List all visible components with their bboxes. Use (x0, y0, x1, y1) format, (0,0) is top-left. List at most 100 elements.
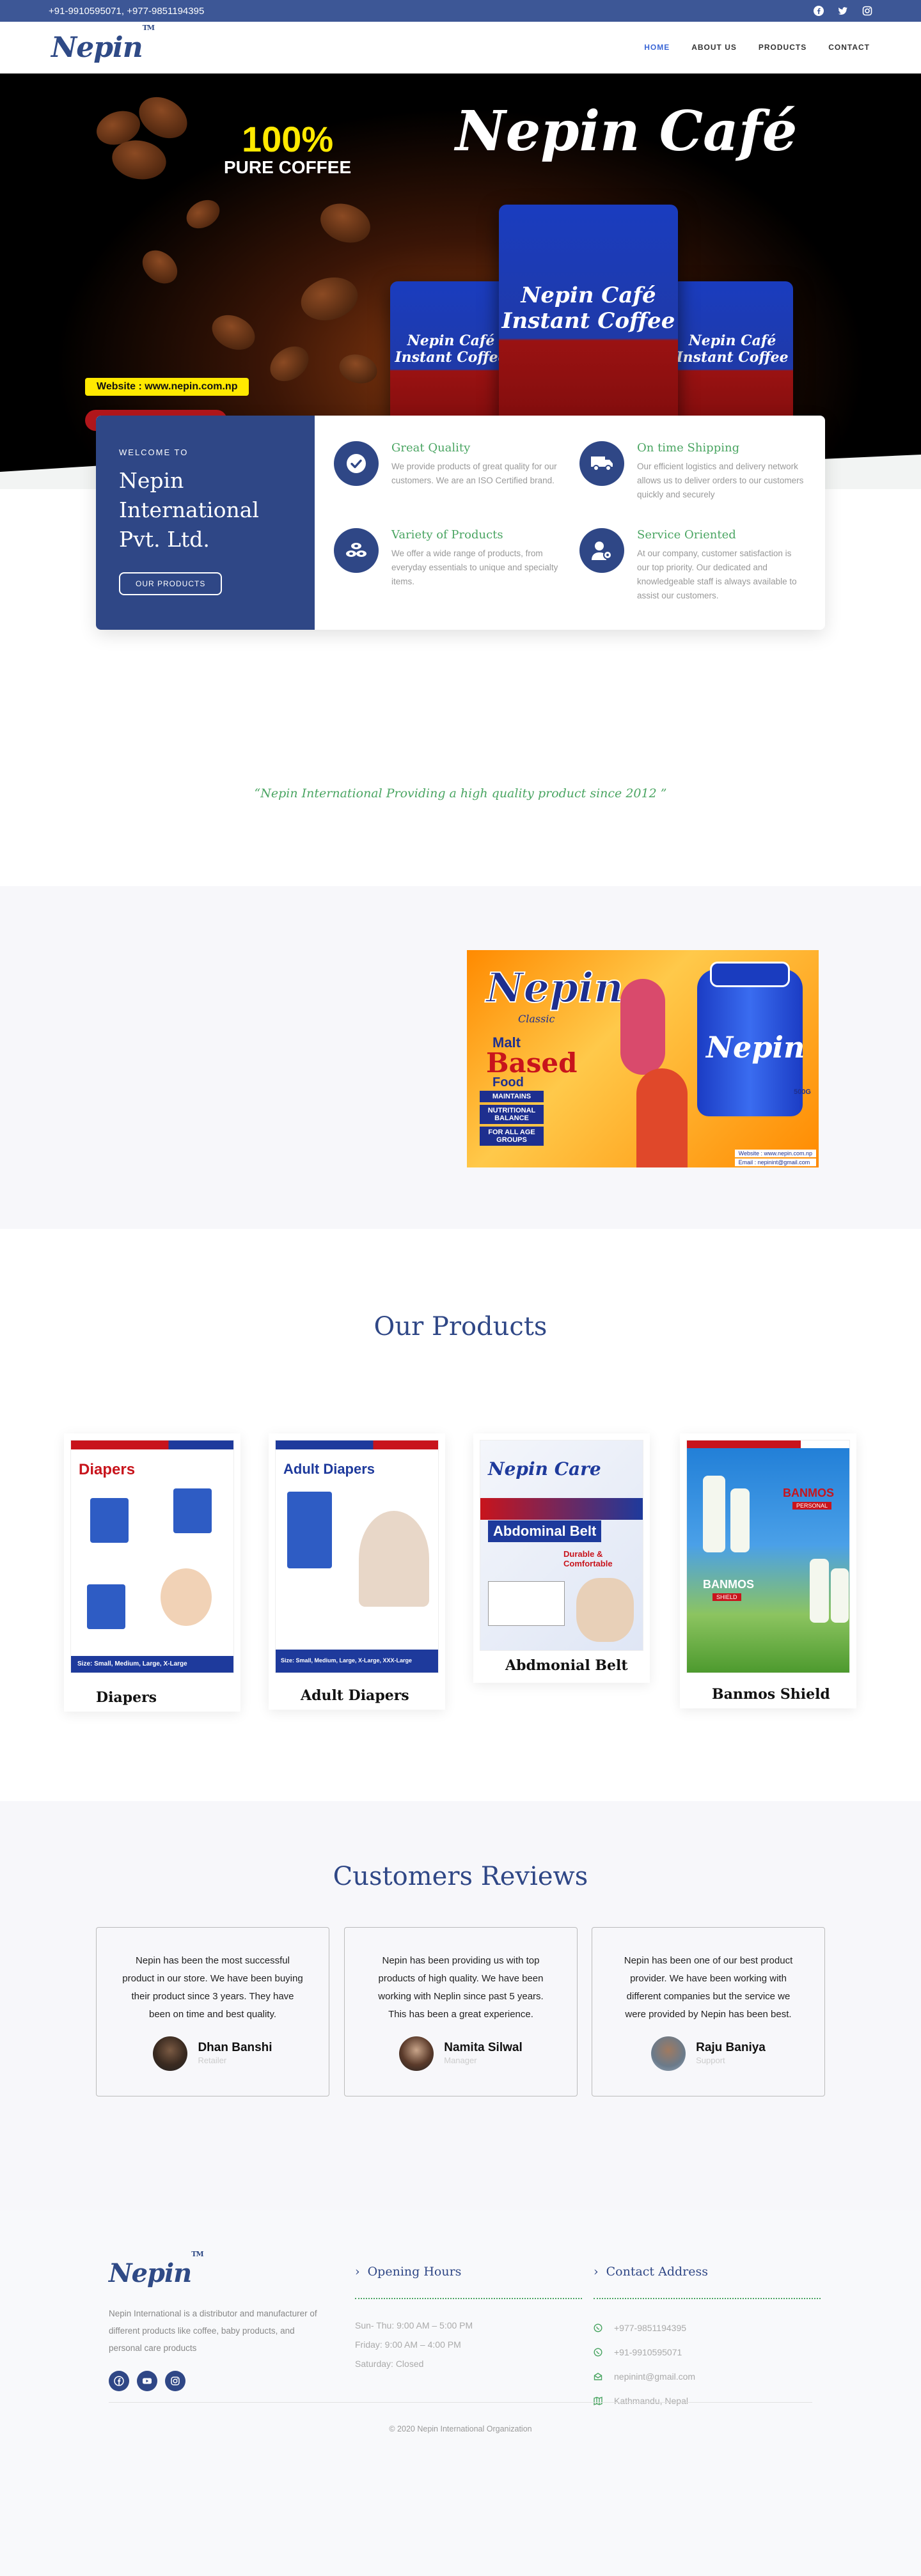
reviewer: Raju Baniya Support (618, 2036, 799, 2071)
products-title: Our Products (374, 1312, 547, 1341)
product-name: Banmos Shield (712, 1686, 830, 1703)
product-card-banmos-shield[interactable]: BANMOS PERSONAL BANMOS SHIELD Banmos Shi… (680, 1433, 856, 1708)
banner-contact: Website : www.nepin.com.np Email : nepin… (734, 1150, 816, 1166)
coffee-bean (206, 308, 261, 357)
chevron-right-icon: › (355, 2265, 360, 2279)
product-image-title: BANMOS (783, 1487, 834, 1499)
product-image-brand: Nepin Care (488, 1458, 601, 1479)
logo-tm: TM (142, 23, 155, 32)
footer-logo-text: Nepin (109, 2258, 192, 2288)
twitter-icon[interactable] (838, 6, 848, 16)
feature-text: We provide products of great quality for… (391, 462, 557, 485)
site-logo[interactable]: NepinTM (51, 24, 155, 64)
hero-brand-text: Nepin Café (455, 99, 798, 164)
feature-text: We offer a wide range of products, from … (391, 548, 558, 586)
coffee-bean (181, 194, 225, 235)
feature-variety: Variety of Products We offer a wide range… (334, 527, 560, 618)
youtube-icon[interactable] (137, 2371, 157, 2391)
boxes-icon (334, 527, 379, 573)
feature-text: At our company, customer satisfaction is… (637, 548, 797, 600)
product-image-subtitle: Durable & Comfortable (563, 1549, 613, 1568)
contact-text: +91-9910595071 (614, 2347, 682, 2357)
product-card-abdominal-belt[interactable]: Nepin Care Abdominal Belt Durable & Comf… (473, 1433, 650, 1683)
hours-title: Opening Hours (367, 2265, 462, 2279)
product-name: Abdmonial Belt (505, 1657, 628, 1674)
product-sizes: Size: Small, Medium, Large, X-Large (71, 1656, 233, 1673)
contact-item[interactable]: +977-9851194395 (594, 2316, 821, 2340)
jumping-girl-image (620, 979, 665, 1075)
contact-text: nepinint@gmail.com (614, 2371, 696, 2382)
coffee-bean (136, 243, 184, 291)
reviewer: Dhan Banshi Retailer (122, 2036, 303, 2071)
feature-title: On time Shipping (637, 441, 740, 455)
divider (355, 2298, 582, 2299)
product-image-subtitle: PERSONAL (792, 1502, 832, 1510)
feature-service: Service Oriented At our company, customer… (579, 527, 806, 618)
reviewer-name: Raju Baniya (696, 2041, 766, 2054)
whatsapp-icon (594, 2348, 602, 2357)
banner-email: Email : nepinint@gmail.com (734, 1159, 816, 1166)
truck-icon (579, 441, 624, 486)
contact-item[interactable]: +91-9910595071 (594, 2340, 821, 2364)
instagram-icon[interactable] (862, 6, 872, 16)
product-card-diapers[interactable]: Diapers Size: Small, Medium, Large, X-La… (64, 1433, 240, 1712)
pack-label: Nepin Café Instant Coffee (501, 282, 675, 334)
footer-about-text: Nepin International is a distributor and… (109, 2309, 317, 2353)
whatsapp-icon (594, 2323, 602, 2332)
check-circle-icon (334, 441, 379, 486)
feature-title: Great Quality (391, 441, 471, 455)
reviewer-role: Manager (444, 2056, 477, 2065)
nav-menu: HOME ABOUT US PRODUCTS CONTACT (644, 43, 870, 52)
intro-section: WELCOME TO Nepin International Pvt. Ltd.… (0, 416, 921, 713)
banner-brand: Nepin (485, 964, 624, 1013)
instagram-icon[interactable] (165, 2371, 185, 2391)
product-image: Nepin Care Abdominal Belt Durable & Comf… (480, 1440, 643, 1651)
avatar (651, 2036, 686, 2071)
product-image-subtitle-2: SHIELD (712, 1593, 741, 1601)
reviewer-name: Dhan Banshi (198, 2041, 272, 2054)
hours-line: Saturday: Closed (355, 2359, 424, 2369)
banner-weight: 500G (794, 1088, 811, 1096)
contact-item[interactable]: nepinint@gmail.com (594, 2364, 821, 2389)
top-bar: +91-9910595071, +977-9851194395 (0, 0, 921, 22)
facebook-icon[interactable] (109, 2371, 129, 2391)
product-image-title: Adult Diapers (283, 1461, 375, 1477)
footer-social (109, 2371, 323, 2391)
coffee-bean (296, 271, 363, 327)
nav-home[interactable]: HOME (644, 43, 670, 52)
footer-contact: › Contact Address +977-9851194395 +91-991… (594, 2265, 821, 2413)
coffee-pack-center: Nepin Café Instant Coffee (499, 205, 678, 448)
hero-website[interactable]: Website : www.nepin.com.np (85, 378, 249, 396)
footer-hours: › Opening Hours Sun- Thu: 9:00 AM – 5:00 … (355, 2265, 582, 2373)
intro-card: WELCOME TO Nepin International Pvt. Ltd.… (96, 416, 825, 630)
envelope-icon (594, 2373, 602, 2380)
product-image: Diapers Size: Small, Medium, Large, X-La… (70, 1440, 234, 1673)
product-name: Diapers (96, 1689, 157, 1706)
feature-text: Our efficient logistics and delivery net… (637, 462, 804, 499)
pure-coffee-badge: 100% PURE COFFEE (224, 121, 351, 178)
malt-food-banner: Nepin Classic Malt Based Food MAINTAINS … (467, 950, 819, 1167)
nav-contact[interactable]: CONTACT (828, 43, 870, 52)
nav-about[interactable]: ABOUT US (691, 43, 737, 52)
review-card: Nepin has been the most successful produ… (96, 1927, 329, 2096)
product-card-adult-diapers[interactable]: Adult Diapers Size: Small, Medium, Large… (269, 1433, 445, 1710)
pack-label: Nepin Café Instant Coffee (676, 332, 789, 366)
our-products-button[interactable]: OUR PRODUCTS (119, 572, 223, 595)
site-footer: NepinTM Nepin International is a distrib… (0, 2210, 921, 2576)
malt-jar-image: Nepin (697, 962, 805, 1116)
reviewer-name: Namita Silwal (444, 2041, 523, 2054)
facebook-icon[interactable] (814, 6, 824, 16)
product-image-title: Abdominal Belt (488, 1520, 602, 1542)
avatar (399, 2036, 434, 2071)
footer-copyright: © 2020 Nepin International Organization (109, 2402, 812, 2433)
banner-tags: MAINTAINS NUTRITIONAL BALANCE FOR ALL AG… (480, 1091, 544, 1146)
banner-tag: NUTRITIONAL BALANCE (480, 1105, 544, 1124)
pure-label: PURE COFFEE (224, 157, 352, 177)
pure-percent: 100% (241, 119, 334, 159)
feature-title: Variety of Products (391, 527, 503, 542)
coffee-bean (131, 88, 195, 147)
footer-logo[interactable]: NepinTM (109, 2250, 323, 2288)
banner-based: Based (486, 1047, 578, 1079)
nav-products[interactable]: PRODUCTS (759, 43, 807, 52)
reviewer-role: Retailer (198, 2056, 227, 2065)
